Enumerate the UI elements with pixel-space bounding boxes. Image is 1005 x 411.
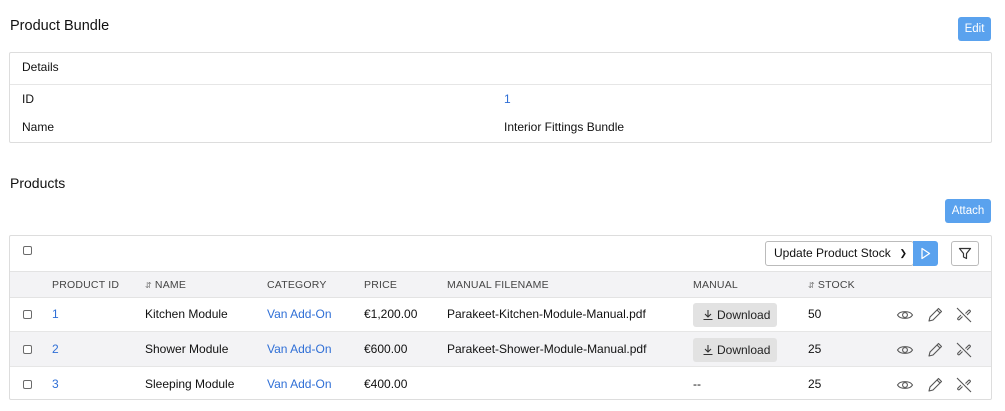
download-label: Download	[717, 343, 771, 357]
action-select[interactable]: Update Product Stock ❯	[765, 241, 914, 266]
product-price: €400.00	[364, 377, 408, 391]
download-button[interactable]: Download	[693, 338, 777, 362]
col-manual: MANUAL	[693, 279, 738, 291]
filter-button[interactable]	[951, 241, 979, 266]
view-icon[interactable]	[896, 376, 914, 394]
detail-label-name: Name	[22, 120, 55, 134]
detail-value-id-link[interactable]: 1	[504, 85, 511, 114]
detail-row-name: Name Interior Fittings Bundle	[10, 113, 991, 142]
view-icon[interactable]	[896, 306, 914, 324]
row-checkbox[interactable]	[23, 310, 32, 319]
detach-icon[interactable]	[955, 376, 973, 394]
product-id-link[interactable]: 1	[52, 297, 59, 332]
edit-icon[interactable]	[926, 341, 944, 359]
product-price: €600.00	[364, 342, 408, 356]
table-header: PRODUCT ID ⇵ NAME CATEGORY PRICE MANUAL F…	[10, 271, 991, 298]
manual-empty: --	[693, 377, 701, 391]
manual-filename: Parakeet-Kitchen-Module-Manual.pdf	[447, 307, 646, 321]
col-name[interactable]: ⇵ NAME	[145, 272, 186, 299]
detail-label-id: ID	[22, 92, 34, 106]
attach-button[interactable]: Attach	[945, 199, 991, 223]
edit-icon[interactable]	[926, 306, 944, 324]
page-title: Product Bundle	[10, 18, 110, 34]
detail-row-id: ID 1	[10, 84, 991, 113]
table-row: 2 Shower Module Van Add-On €600.00 Parak…	[10, 332, 991, 367]
run-action-button[interactable]	[913, 241, 938, 266]
download-icon	[703, 310, 713, 321]
product-name: Sleeping Module	[145, 377, 235, 391]
filter-icon	[958, 247, 972, 260]
category-link[interactable]: Van Add-On	[267, 367, 332, 399]
row-checkbox[interactable]	[23, 380, 32, 389]
detach-icon[interactable]	[955, 306, 973, 324]
products-heading: Products	[10, 175, 66, 191]
run-icon	[921, 247, 931, 260]
product-stock: 25	[808, 377, 822, 391]
col-name-label: NAME	[154, 279, 187, 291]
product-name: Kitchen Module	[145, 307, 228, 321]
table-row: 3 Sleeping Module Van Add-On €400.00 -- …	[10, 367, 991, 399]
view-icon[interactable]	[896, 341, 914, 359]
edit-icon[interactable]	[926, 376, 944, 394]
download-icon	[703, 345, 713, 356]
col-manual-filename: MANUAL FILENAME	[447, 279, 549, 291]
select-all-checkbox[interactable]	[23, 246, 32, 255]
product-id-link[interactable]: 2	[52, 332, 59, 367]
col-stock-label: STOCK	[817, 279, 855, 291]
row-checkbox[interactable]	[23, 345, 32, 354]
col-product-id: PRODUCT ID	[52, 279, 120, 291]
details-heading: Details	[22, 60, 59, 74]
detach-icon[interactable]	[955, 341, 973, 359]
product-id-link[interactable]: 3	[52, 367, 59, 399]
product-price: €1,200.00	[364, 307, 418, 321]
chevron-down-icon: ❯	[899, 248, 907, 258]
detail-value-name: Interior Fittings Bundle	[504, 120, 625, 134]
action-select-value: Update Product Stock	[774, 246, 891, 260]
details-panel: Details ID 1 Name Interior Fittings Bund…	[9, 52, 992, 143]
manual-filename: Parakeet-Shower-Module-Manual.pdf	[447, 342, 647, 356]
col-stock[interactable]: ⇵ STOCK	[808, 272, 855, 299]
download-button[interactable]: Download	[693, 303, 777, 327]
details-heading-row: Details	[10, 53, 991, 82]
category-link[interactable]: Van Add-On	[267, 297, 332, 332]
col-category: CATEGORY	[267, 279, 327, 291]
product-stock: 50	[808, 307, 822, 321]
products-table-panel: Update Product Stock ❯ PRODUCT ID ⇵ NAME …	[9, 235, 992, 400]
col-price: PRICE	[364, 279, 398, 291]
product-stock: 25	[808, 342, 822, 356]
table-row: 1 Kitchen Module Van Add-On €1,200.00 Pa…	[10, 297, 991, 332]
edit-button[interactable]: Edit	[958, 17, 991, 41]
sort-icon: ⇵	[808, 281, 815, 290]
category-link[interactable]: Van Add-On	[267, 332, 332, 367]
product-name: Shower Module	[145, 342, 229, 356]
sort-icon: ⇵	[145, 281, 152, 290]
download-label: Download	[717, 308, 771, 322]
